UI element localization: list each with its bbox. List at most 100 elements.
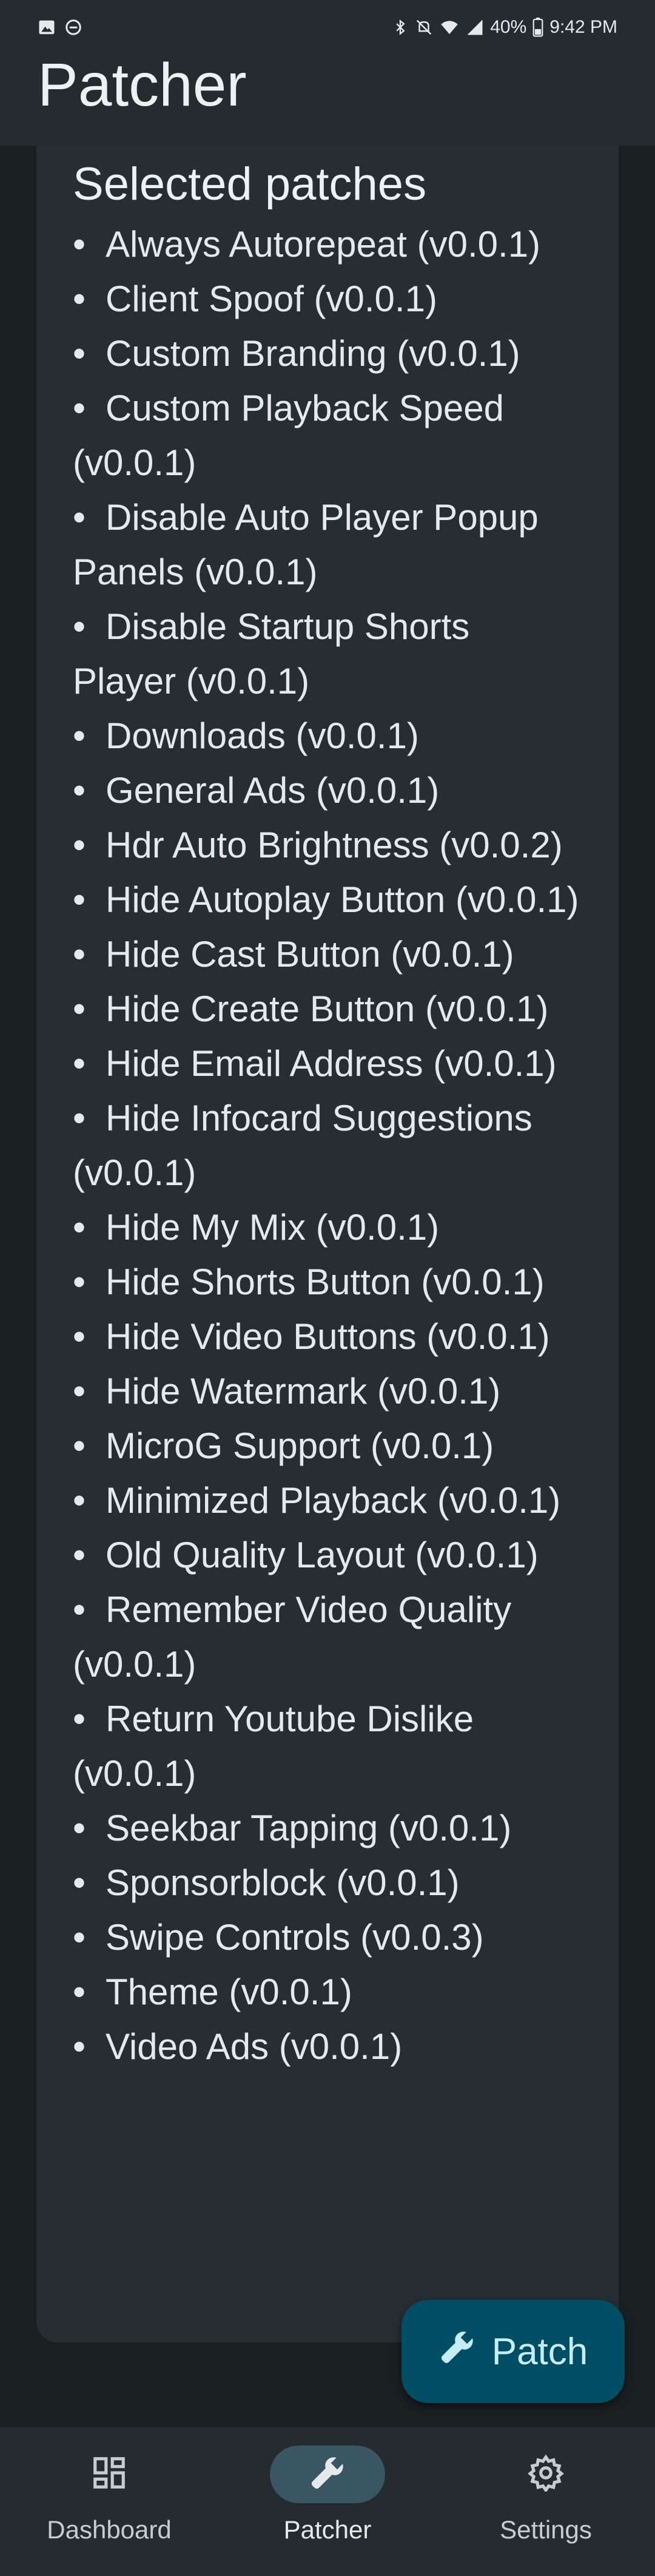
nav-item-settings[interactable]: Settings [437, 2427, 655, 2544]
list-item: • Disable Startup Shorts Player (v0.0.1) [73, 600, 582, 709]
patch-name: Hdr Auto Brightness (v0.0.2) [106, 825, 563, 865]
page-title: Patcher [38, 51, 247, 119]
patch-button-label: Patch [491, 2330, 588, 2373]
bullet: • [73, 825, 86, 865]
bullet: • [73, 1972, 86, 2012]
list-item: • Always Autorepeat (v0.0.1) [73, 217, 582, 272]
patch-name: Hide Watermark (v0.0.1) [106, 1371, 501, 1411]
list-item: • Hide Infocard Suggestions (v0.0.1) [73, 1091, 582, 1200]
status-left [38, 18, 82, 36]
patch-name: Sponsorblock (v0.0.1) [106, 1862, 460, 1903]
bullet: • [73, 1043, 86, 1084]
list-item: • Hide Create Button (v0.0.1) [73, 982, 582, 1036]
nav-label-settings: Settings [500, 2515, 592, 2544]
cell-signal-icon [466, 18, 484, 36]
bullet: • [73, 388, 86, 428]
selected-patches-card: Selected patches • Always Autorepeat (v0.… [36, 146, 619, 2342]
patch-name: Minimized Playback (v0.0.1) [106, 1480, 561, 1521]
list-item: • Hdr Auto Brightness (v0.0.2) [73, 818, 582, 873]
bullet: • [73, 606, 86, 647]
bullet: • [73, 497, 86, 538]
patch-name: Always Autorepeat (v0.0.1) [106, 224, 541, 265]
patch-name: Hide Email Address (v0.0.1) [106, 1043, 557, 1084]
gear-icon [527, 2454, 565, 2495]
list-item: • Minimized Playback (v0.0.1) [73, 1473, 582, 1528]
list-item: • MicroG Support (v0.0.1) [73, 1419, 582, 1473]
nav-label-patcher: Patcher [283, 2515, 372, 2544]
patch-name: Hide My Mix (v0.0.1) [106, 1207, 440, 1248]
nav-active-indicator [270, 2446, 385, 2503]
bullet: • [73, 1371, 86, 1411]
bullet: • [73, 1917, 86, 1958]
dashboard-icon [90, 2454, 128, 2495]
list-item: • Hide Video Buttons (v0.0.1) [73, 1310, 582, 1364]
screen: 40% 9:42 PM Patcher Selected patches • Al… [0, 0, 655, 2576]
bullet: • [73, 224, 86, 265]
patch-name: Remember Video Quality (v0.0.1) [73, 1589, 512, 1685]
mute-icon [415, 18, 433, 36]
bullet: • [73, 1808, 86, 1848]
patch-name: Swipe Controls (v0.0.3) [106, 1917, 484, 1958]
status-bar: 40% 9:42 PM [0, 0, 655, 55]
list-item: • Theme (v0.0.1) [73, 1965, 582, 2020]
patch-name: Hide Infocard Suggestions (v0.0.1) [73, 1098, 532, 1193]
bullet: • [73, 1316, 86, 1357]
patch-name: Downloads (v0.0.1) [106, 715, 419, 756]
bluetooth-icon [392, 18, 409, 36]
patch-name: Hide Shorts Button (v0.0.1) [106, 1262, 545, 1302]
clock: 9:42 PM [549, 17, 617, 37]
bullet: • [73, 1425, 86, 1466]
list-item: • Custom Playback Speed (v0.0.1) [73, 381, 582, 490]
patch-name: Client Spoof (v0.0.1) [106, 279, 437, 319]
list-item: • Disable Auto Player Popup Panels (v0.0.… [73, 490, 582, 600]
list-item: • Video Ads (v0.0.1) [73, 2020, 582, 2074]
nav-item-dashboard[interactable]: Dashboard [0, 2427, 218, 2544]
patch-name: Custom Branding (v0.0.1) [106, 333, 520, 374]
list-item: • General Ads (v0.0.1) [73, 763, 582, 818]
battery-percent: 40% [490, 17, 527, 37]
patch-name: Custom Playback Speed (v0.0.1) [73, 388, 505, 483]
do-not-disturb-icon [64, 18, 82, 36]
list-item: • Hide Email Address (v0.0.1) [73, 1036, 582, 1091]
list-item: • Hide Autoplay Button (v0.0.1) [73, 873, 582, 927]
list-item: • Hide Shorts Button (v0.0.1) [73, 1255, 582, 1310]
list-item: • Downloads (v0.0.1) [73, 709, 582, 763]
bullet: • [73, 1207, 86, 1248]
list-item: • Custom Branding (v0.0.1) [73, 326, 582, 381]
wrench-icon [438, 2328, 476, 2375]
top-app-bar: Patcher [0, 55, 655, 146]
patch-name: Hide Autoplay Button (v0.0.1) [106, 879, 579, 920]
list-item: • Return Youtube Dislike (v0.0.1) [73, 1692, 582, 1801]
battery-icon [532, 18, 543, 37]
nav-label-dashboard: Dashboard [47, 2515, 172, 2544]
patch-list: • Always Autorepeat (v0.0.1) • Client Spoof… [73, 217, 582, 2074]
bullet: • [73, 333, 86, 374]
status-right: 40% 9:42 PM [392, 17, 617, 38]
bullet: • [73, 1699, 86, 1739]
nav-icon-container [52, 2446, 167, 2503]
patch-name: Video Ads (v0.0.1) [106, 2026, 403, 2067]
bullet: • [73, 1098, 86, 1138]
bullet: • [73, 1862, 86, 1903]
bullet: • [73, 934, 86, 975]
patch-name: MicroG Support (v0.0.1) [106, 1425, 494, 1466]
card-title: Selected patches [73, 158, 427, 210]
bullet: • [73, 2026, 86, 2067]
bullet: • [73, 1535, 86, 1575]
patch-name: Theme (v0.0.1) [106, 1972, 352, 2012]
bullet: • [73, 279, 86, 319]
list-item: • Hide Watermark (v0.0.1) [73, 1364, 582, 1419]
list-item: • Hide Cast Button (v0.0.1) [73, 927, 582, 982]
bullet: • [73, 1262, 86, 1302]
patch-button[interactable]: Patch [401, 2300, 625, 2403]
patch-name: Hide Create Button (v0.0.1) [106, 989, 549, 1029]
bullet: • [73, 1589, 86, 1630]
patch-name: General Ads (v0.0.1) [106, 770, 440, 811]
nav-item-patcher[interactable]: Patcher [218, 2427, 437, 2544]
list-item: • Old Quality Layout (v0.0.1) [73, 1528, 582, 1583]
wrench-icon [309, 2454, 346, 2495]
list-item: • Swipe Controls (v0.0.3) [73, 1910, 582, 1965]
patch-name: Old Quality Layout (v0.0.1) [106, 1535, 539, 1575]
bullet: • [73, 715, 86, 756]
patch-name: Disable Auto Player Popup Panels (v0.0.1… [73, 497, 539, 592]
